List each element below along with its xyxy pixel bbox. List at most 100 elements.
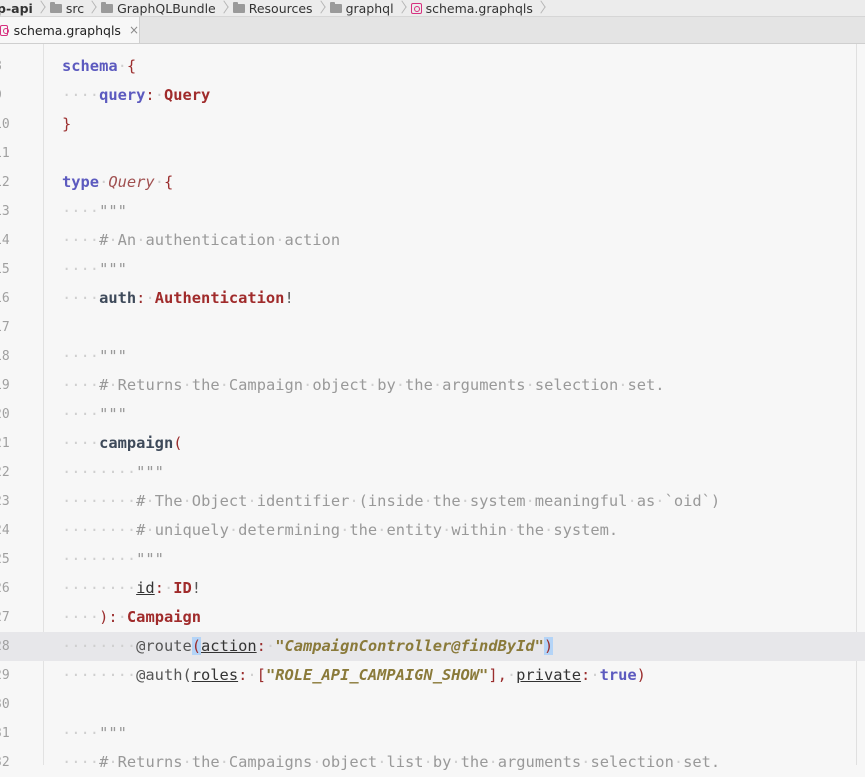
whitespace-marker: · [145,289,155,307]
breadcrumb-label: graphql [345,0,394,16]
line-number: 8 [0,52,12,81]
breadcrumb-label: GraphQLBundle [117,0,216,16]
code-line[interactable]: 19····#·Returns·the·Campaign·object·by·t… [0,371,865,400]
code-token: within [451,521,507,539]
code-token: : [145,86,155,104]
code-token: { [163,173,174,191]
code-token: ): [99,608,118,626]
whitespace-marker: · [423,753,433,771]
breadcrumb-item[interactable]: GraphQLBundle [99,0,220,16]
code-text: ····""" [62,197,127,226]
code-token: : [256,637,266,655]
code-token: ! [191,579,202,597]
breadcrumb-label: schema.graphqls [425,0,533,16]
line-number: 14 [0,233,10,248]
whitespace-marker: · [618,376,628,394]
whitespace-marker: · [154,86,164,104]
code-line[interactable]: 26 ········id:·ID! [0,574,865,603]
whitespace-marker: · [182,753,192,771]
line-number: 23 [0,494,10,509]
whitespace-marker: ···· [62,260,100,278]
code-line[interactable]: 9 ····query:·Query [0,81,865,110]
code-token: """ [136,550,164,568]
code-line[interactable]: 14····#·An·authentication·action [0,226,865,255]
whitespace-marker: ···· [62,202,100,220]
code-line[interactable]: 12type·Query·{ [0,168,865,197]
code-token: """ [99,260,127,278]
code-line[interactable]: 30 [0,690,865,719]
code-text: ········#·The·Object·identifier·(inside·… [62,487,720,516]
line-number: 26 [0,581,10,596]
whitespace-marker: · [367,376,378,394]
code-line[interactable]: 22 ········""" [0,458,865,487]
code-line[interactable]: 15 ····""" [0,255,865,284]
code-line[interactable]: 13 ····""" [0,197,865,226]
code-line[interactable]: 29········@auth(roles:·["ROLE_API_CAMPAI… [0,661,865,690]
breadcrumb-item[interactable]: graphql [328,0,398,16]
code-text: ····""" [62,255,127,284]
code-line[interactable]: 23 ········#·The·Object·identifier·(insid… [0,487,865,516]
code-token: `oid`) [664,492,721,510]
code-token: Campaign [126,608,202,626]
code-editor[interactable]: 8schema·{9····query:·Query10}1112type·Qu… [0,44,865,771]
tab-schema-graphqls[interactable]: schema.graphqls × [0,17,140,43]
graphql-file-icon [0,24,9,36]
code-token: Object [191,492,248,510]
breadcrumb-label: p-api [0,0,33,16]
line-number: 30 [0,697,10,712]
code-line[interactable]: 21 ····campaign( [0,429,865,458]
code-line[interactable]: 27 ····):·Campaign [0,603,865,632]
breadcrumb-item[interactable]: schema.graphqls [409,0,537,16]
breadcrumb-separator [398,0,406,16]
code-line[interactable]: 18 ····""" [0,342,865,371]
code-line[interactable]: 11 [0,139,865,168]
whitespace-marker: · [228,521,239,539]
code-token: schema [62,57,118,75]
code-line[interactable]: 20 ····""" [0,400,865,429]
code-token: query [99,86,146,104]
line-number: 11 [0,146,10,161]
line-number: 12 [0,175,10,190]
breadcrumb-item[interactable]: src [48,0,88,16]
code-token: # [99,376,109,394]
code-line[interactable]: 10} [0,110,865,139]
breadcrumb: p-api src GraphQLBundle Resources graphql sch… [0,0,865,17]
whitespace-marker: · [247,492,257,510]
whitespace-marker: · [108,231,118,249]
whitespace-marker: ···· [62,289,100,307]
code-token: arguments [442,376,526,394]
code-token: authentication [145,231,276,249]
code-token: determining [238,521,341,539]
whitespace-marker: · [265,637,276,655]
code-line[interactable]: 32····#·Returns·the·Campaigns·object·lis… [0,748,865,777]
code-token: the [191,753,220,771]
code-token: by [432,753,452,771]
close-icon[interactable]: × [129,23,139,37]
code-token: set. [627,376,665,394]
code-token: the [191,376,220,394]
code-line[interactable]: 16····auth:·Authentication! [0,284,865,313]
code-token: An [117,231,137,249]
whitespace-marker: · [99,173,109,191]
line-number: 15 [0,262,10,277]
code-line[interactable]: 28 ········@route(action:·"CampaignContro… [0,632,865,661]
code-line[interactable]: 17 [0,313,865,342]
whitespace-marker: ···· [62,434,100,452]
whitespace-marker: ···· [62,405,100,423]
code-token: ( [191,637,202,655]
code-text: ····#·An·authentication·action [62,226,340,255]
breadcrumb-item[interactable]: Resources [231,0,317,16]
code-token: ) [543,637,554,655]
code-line[interactable]: 8 schema·{ [0,52,865,81]
line-number: 25 [0,552,10,567]
code-token: Campaigns [228,753,313,771]
code-text: type·Query·{ [62,168,173,197]
code-line[interactable]: 24········#·uniquely·determining·the·ent… [0,516,865,545]
breadcrumb-item[interactable]: p-api [0,0,37,16]
code-text: ····campaign( [62,429,183,458]
code-line[interactable]: 25 ········""" [0,545,865,574]
graphql-file-icon [410,2,422,14]
code-token: [ [256,666,266,684]
code-line[interactable]: 31 ····""" [0,719,865,748]
code-token: ) [636,666,646,684]
